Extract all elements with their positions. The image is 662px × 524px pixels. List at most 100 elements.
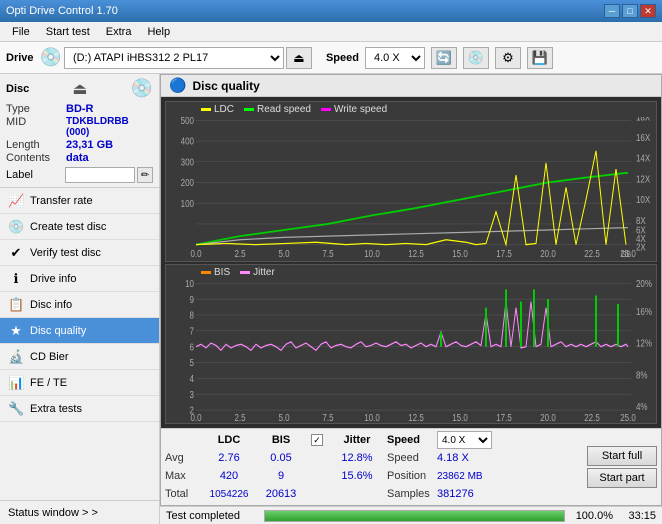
stats-total-row: Total 1054226 20613 Samples 381276 bbox=[165, 485, 583, 503]
chart-area: LDC Read speed Write speed bbox=[161, 97, 661, 428]
jitter-checkbox[interactable]: ✓ bbox=[307, 434, 327, 446]
stats-avg-ldc: 2.76 bbox=[203, 452, 255, 464]
stats-max-bis: 9 bbox=[255, 470, 307, 482]
save-button[interactable]: 💾 bbox=[527, 47, 553, 69]
settings-button[interactable]: ⚙ bbox=[495, 47, 521, 69]
stats-max-row: Max 420 9 15.6% Position 23862 MB bbox=[165, 467, 583, 485]
read-speed-legend-dot bbox=[244, 108, 254, 111]
svg-text:GB: GB bbox=[621, 249, 631, 259]
disc-label-input[interactable] bbox=[65, 167, 135, 183]
disc-quality-header-icon: 🔵 bbox=[169, 77, 186, 94]
drive-select[interactable]: (D:) ATAPI iHBS312 2 PL17 bbox=[64, 47, 284, 69]
svg-text:400: 400 bbox=[181, 136, 194, 147]
time-display: 33:15 bbox=[621, 510, 656, 522]
chart-speed-select[interactable]: 4.0 X 2.0 X MAX bbox=[437, 431, 492, 449]
minimize-button[interactable]: ─ bbox=[604, 4, 620, 18]
menu-start-test[interactable]: Start test bbox=[38, 24, 98, 40]
disc-type-label: Type bbox=[6, 103, 66, 115]
stats-avg-label: Avg bbox=[165, 452, 203, 464]
ldc-legend-dot bbox=[201, 108, 211, 111]
bottom-chart-svg: 10 9 8 7 6 5 4 3 2 20% 16% 12% 8% bbox=[166, 265, 656, 424]
svg-text:12%: 12% bbox=[636, 337, 652, 348]
stats-grid: LDC BIS ✓ Jitter Speed 4.0 X 2.0 X MAX bbox=[165, 431, 583, 503]
transfer-rate-icon: 📈 bbox=[8, 193, 24, 209]
svg-text:22.5: 22.5 bbox=[584, 248, 600, 259]
sidebar-item-create-test-disc[interactable]: 💿 Create test disc bbox=[0, 214, 159, 240]
sidebar-item-disc-quality[interactable]: ★ Disc quality bbox=[0, 318, 159, 344]
disc-length-value: 23,31 GB bbox=[66, 139, 113, 151]
svg-text:7.5: 7.5 bbox=[322, 248, 333, 259]
main-layout: Disc ⏏ 💿 Type BD-R MID TDKBLDRBB (000) L… bbox=[0, 74, 662, 524]
svg-text:12.5: 12.5 bbox=[408, 412, 424, 423]
sidebar-item-fe-te-label: FE / TE bbox=[30, 377, 67, 389]
sidebar-item-extra-tests[interactable]: 🔧 Extra tests bbox=[0, 396, 159, 422]
sidebar-item-drive-info[interactable]: ℹ Drive info bbox=[0, 266, 159, 292]
menu-extra[interactable]: Extra bbox=[98, 24, 140, 40]
sidebar-item-disc-info[interactable]: 📋 Disc info bbox=[0, 292, 159, 318]
top-chart: LDC Read speed Write speed bbox=[165, 101, 657, 262]
window-controls: ─ □ ✕ bbox=[604, 4, 656, 18]
disc-cd-icon: 💿 bbox=[131, 78, 153, 99]
menu-bar: File Start test Extra Help bbox=[0, 22, 662, 42]
top-chart-legend: LDC Read speed Write speed bbox=[166, 102, 656, 117]
stats-max-label: Max bbox=[165, 470, 203, 482]
close-button[interactable]: ✕ bbox=[640, 4, 656, 18]
disc-contents-row: Contents data bbox=[6, 152, 153, 164]
disc-contents-label: Contents bbox=[6, 152, 66, 164]
maximize-button[interactable]: □ bbox=[622, 4, 638, 18]
sidebar-item-verify-test-disc[interactable]: ✔ Verify test disc bbox=[0, 240, 159, 266]
disc-button[interactable]: 💿 bbox=[463, 47, 489, 69]
top-chart-svg: 500 400 300 200 100 18X 16X 14X 12X 10X … bbox=[166, 102, 656, 261]
svg-text:10.0: 10.0 bbox=[364, 248, 380, 259]
sidebar-item-transfer-rate[interactable]: 📈 Transfer rate bbox=[0, 188, 159, 214]
sidebar-item-cd-bier[interactable]: 🔬 CD Bier bbox=[0, 344, 159, 370]
menu-file[interactable]: File bbox=[4, 24, 38, 40]
sidebar-item-disc-quality-label: Disc quality bbox=[30, 325, 86, 337]
sidebar-item-extra-tests-label: Extra tests bbox=[30, 403, 82, 415]
svg-text:15.0: 15.0 bbox=[452, 412, 468, 423]
disc-eject-icon[interactable]: ⏏ bbox=[72, 79, 87, 99]
refresh-button[interactable]: 🔄 bbox=[431, 47, 457, 69]
disc-quality-title: Disc quality bbox=[192, 79, 259, 93]
svg-text:0.0: 0.0 bbox=[190, 412, 201, 423]
speed-label: Speed bbox=[326, 52, 359, 64]
jitter-check-box[interactable]: ✓ bbox=[311, 434, 323, 446]
svg-text:10X: 10X bbox=[636, 194, 650, 205]
start-part-button[interactable]: Start part bbox=[587, 468, 657, 488]
sidebar-item-fe-te[interactable]: 📊 FE / TE bbox=[0, 370, 159, 396]
sidebar-item-cd-bier-label: CD Bier bbox=[30, 351, 69, 363]
svg-text:300: 300 bbox=[181, 157, 194, 168]
svg-text:9: 9 bbox=[190, 294, 194, 305]
stats-total-samples: 381276 bbox=[437, 488, 492, 500]
svg-text:2.5: 2.5 bbox=[234, 412, 245, 423]
status-window-button[interactable]: Status window > > bbox=[0, 500, 159, 524]
svg-text:5: 5 bbox=[190, 357, 194, 368]
disc-mid-label: MID bbox=[6, 116, 66, 138]
ldc-legend: LDC bbox=[201, 104, 234, 115]
ldc-legend-label: LDC bbox=[214, 104, 234, 115]
menu-help[interactable]: Help bbox=[139, 24, 178, 40]
disc-mid-value: TDKBLDRBB (000) bbox=[66, 116, 153, 138]
drive-icon: 💿 bbox=[40, 47, 62, 68]
disc-header: Disc ⏏ 💿 bbox=[6, 78, 153, 99]
svg-text:20.0: 20.0 bbox=[540, 248, 556, 259]
start-full-button[interactable]: Start full bbox=[587, 446, 657, 466]
disc-label-row: Label ✏ bbox=[6, 167, 153, 183]
svg-text:0.0: 0.0 bbox=[190, 248, 201, 259]
disc-label-edit-button[interactable]: ✏ bbox=[137, 167, 153, 183]
stats-area: LDC BIS ✓ Jitter Speed 4.0 X 2.0 X MAX bbox=[161, 428, 661, 505]
bottom-chart-legend: BIS Jitter bbox=[166, 265, 656, 280]
stats-max-position: 23862 MB bbox=[437, 471, 492, 482]
disc-quality-header: 🔵 Disc quality bbox=[161, 75, 661, 97]
stats-avg-row: Avg 2.76 0.05 12.8% Speed 4.18 X bbox=[165, 449, 583, 467]
stats-speed-header: Speed bbox=[387, 434, 437, 446]
svg-text:7: 7 bbox=[190, 325, 194, 336]
speed-select[interactable]: 4.0 X 2.0 X 1.0 X MAX bbox=[365, 47, 425, 69]
disc-label-label: Label bbox=[6, 169, 65, 181]
eject-button[interactable]: ⏏ bbox=[286, 47, 312, 69]
stats-max-jitter: 15.6% bbox=[327, 470, 387, 482]
svg-text:25.0: 25.0 bbox=[620, 412, 636, 423]
disc-info-panel: Disc ⏏ 💿 Type BD-R MID TDKBLDRBB (000) L… bbox=[0, 74, 159, 188]
svg-text:12.5: 12.5 bbox=[408, 248, 424, 259]
disc-mid-row: MID TDKBLDRBB (000) bbox=[6, 116, 153, 138]
